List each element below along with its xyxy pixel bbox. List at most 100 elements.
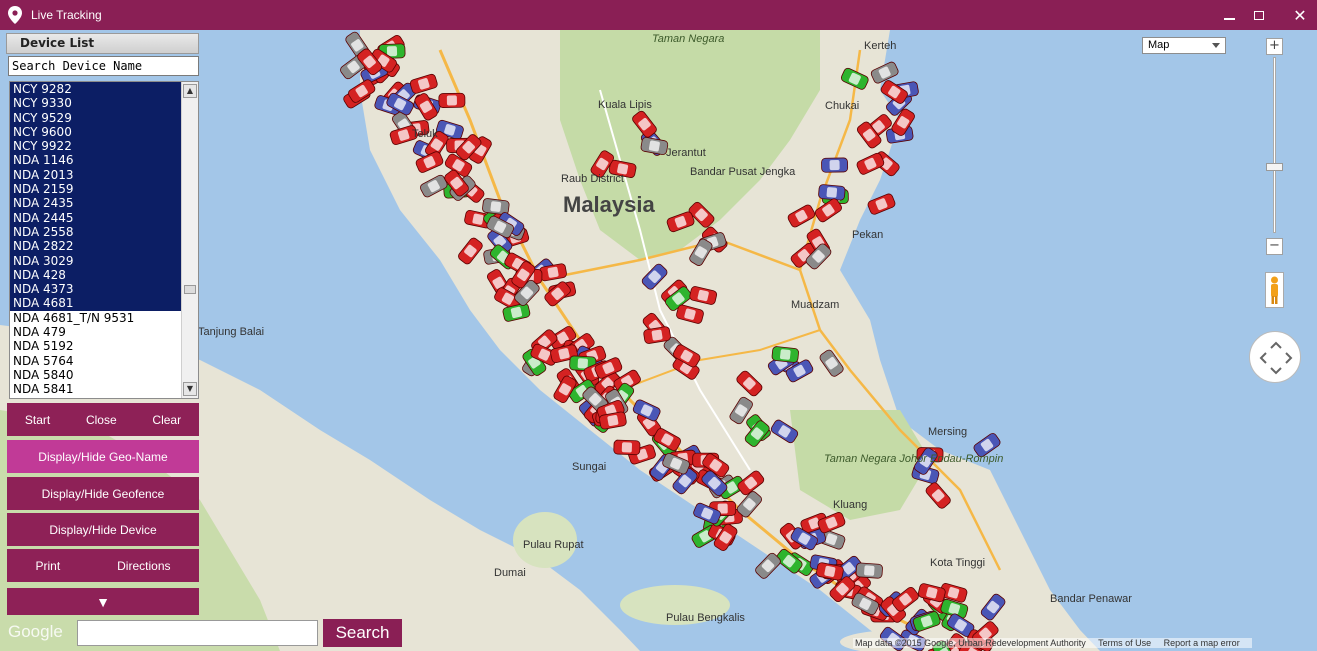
- device-list-item[interactable]: NDA 4681_T/N 9531: [10, 311, 182, 325]
- pan-arrows-icon: [1259, 341, 1293, 375]
- directions-button[interactable]: Directions: [117, 559, 170, 573]
- zoom-slider-thumb[interactable]: [1266, 163, 1283, 171]
- title-bar: Live Tracking: [0, 0, 1317, 30]
- label-kluang: Kluang: [833, 499, 867, 511]
- toggle-geo-name-button[interactable]: Display/Hide Geo-Name: [7, 440, 199, 473]
- device-list-item[interactable]: NDA 5841: [10, 382, 182, 396]
- close-button[interactable]: Close: [86, 413, 117, 427]
- expand-panel-button[interactable]: ▼: [7, 588, 199, 615]
- pegman-icon: [1271, 276, 1278, 304]
- label-malaysia: Malaysia: [563, 192, 655, 217]
- chevron-down-icon: [1212, 43, 1220, 48]
- report-error-link[interactable]: Report a map error: [1164, 638, 1240, 648]
- scroll-thumb[interactable]: [184, 285, 196, 294]
- device-list-item[interactable]: NDA 5764: [10, 354, 182, 368]
- label-sungai: Sungai: [572, 461, 606, 473]
- label-raub: Raub District: [561, 173, 624, 185]
- device-list-item[interactable]: NCY 9529: [10, 110, 182, 125]
- maximize-icon: [1254, 10, 1264, 20]
- map-data-credit: Map data ©2015 Google, Urban Redevelopme…: [855, 638, 1086, 648]
- vehicle-marker[interactable]: [855, 562, 883, 579]
- vehicle-marker[interactable]: [613, 439, 641, 456]
- device-list-item[interactable]: NCY 9330: [10, 96, 182, 111]
- device-list-item[interactable]: NDA 5840: [10, 368, 182, 382]
- device-list-item[interactable]: NDA 1146: [10, 153, 182, 168]
- map-type-label: Map: [1148, 39, 1170, 51]
- device-list-item[interactable]: NDA 3029: [10, 253, 182, 268]
- label-bandar-pusat-jengka: Bandar Pusat Jengka: [690, 166, 796, 178]
- print-directions-row: Print Directions: [7, 549, 199, 582]
- vehicle-marker[interactable]: [818, 184, 846, 201]
- label-taman-negara: Taman Negara: [652, 33, 724, 45]
- close-icon: ✕: [1293, 5, 1307, 25]
- print-button[interactable]: Print: [35, 559, 60, 573]
- window-title: Live Tracking: [31, 8, 102, 22]
- device-list-item[interactable]: NDA 2435: [10, 196, 182, 211]
- device-search-input[interactable]: [8, 56, 199, 76]
- label-pekan: Pekan: [852, 229, 883, 241]
- street-view-pegman[interactable]: [1265, 272, 1284, 308]
- label-kota-tinggi: Kota Tinggi: [930, 557, 985, 569]
- map-type-select[interactable]: Map: [1142, 37, 1226, 54]
- device-list-item[interactable]: NDA 479: [10, 325, 182, 339]
- label-teluk: Teluk: [412, 128, 438, 140]
- label-chukai: Chukai: [825, 100, 859, 112]
- device-list-header: Device List: [6, 33, 199, 54]
- toggle-device-button[interactable]: Display/Hide Device: [7, 513, 199, 546]
- label-muadzam: Muadzam: [791, 299, 839, 311]
- label-kuala-lipis: Kuala Lipis: [598, 99, 652, 111]
- location-pin-icon: [8, 6, 22, 24]
- device-list-scrollbar[interactable]: ▲ ▼: [181, 82, 198, 398]
- device-list-item[interactable]: NDA 428: [10, 267, 182, 283]
- toggle-geofence-button[interactable]: Display/Hide Geofence: [7, 477, 199, 510]
- address-search-input[interactable]: [77, 620, 318, 646]
- vehicle-marker[interactable]: [821, 157, 849, 173]
- minimize-icon: [1223, 18, 1235, 20]
- zoom-out-button[interactable]: −: [1266, 238, 1283, 255]
- device-list-item[interactable]: NDA 2822: [10, 239, 182, 254]
- terms-of-use-link[interactable]: Terms of Use: [1098, 638, 1151, 648]
- geofence-label: Display/Hide Geofence: [41, 486, 165, 501]
- device-list-items: NCY 9282 NCY 9330 NCY 9529 NCY 9600 NCY 9922…: [10, 82, 198, 397]
- chevron-down-icon: ▼: [96, 593, 110, 610]
- maximize-button[interactable]: [1240, 0, 1278, 30]
- pan-control[interactable]: [1249, 331, 1301, 383]
- vehicle-marker[interactable]: [438, 92, 466, 108]
- device-list-item[interactable]: NDA 4681: [10, 296, 182, 311]
- label-tanjung-balai: Tanjung Balai: [198, 326, 264, 338]
- zoom-slider-track[interactable]: [1273, 57, 1276, 233]
- control-button-row: Start Close Clear: [7, 403, 199, 436]
- vehicle-marker[interactable]: [771, 346, 799, 363]
- scroll-down-icon[interactable]: ▼: [183, 382, 197, 396]
- zoom-in-button[interactable]: +: [1266, 38, 1283, 55]
- clear-button[interactable]: Clear: [152, 413, 181, 427]
- label-endau-rompin: Taman Negara Johor Endau-Rompin: [824, 453, 1003, 465]
- google-logo: Google: [8, 622, 63, 641]
- live-tracking-window: Taman Negara Kerteh Kuala Lipis Chukai T…: [0, 0, 1317, 651]
- label-kerteh: Kerteh: [864, 40, 896, 52]
- device-list-item[interactable]: NCY 9600: [10, 124, 182, 140]
- sidebar: Device List NCY 9282NCY 9330NCY 9529NCY …: [3, 31, 199, 618]
- label-pulau-bengkalis: Pulau Bengkalis: [666, 612, 745, 624]
- scroll-up-icon[interactable]: ▲: [183, 84, 197, 98]
- device-list-item[interactable]: NCY 9922: [10, 139, 182, 154]
- device-list-item[interactable]: NCY 9282: [10, 82, 182, 97]
- label-jerantut: Jerantut: [666, 147, 706, 159]
- device-list-item[interactable]: NDA 2013: [10, 167, 182, 183]
- label-dumai: Dumai: [494, 567, 526, 579]
- close-window-button[interactable]: ✕: [1281, 0, 1317, 30]
- geo-name-label: Display/Hide Geo-Name: [38, 449, 168, 464]
- device-list-item[interactable]: NDA 4373: [10, 282, 182, 297]
- start-button[interactable]: Start: [25, 413, 50, 427]
- device-label: Display/Hide Device: [49, 522, 157, 537]
- device-list-item[interactable]: NDA 5192: [10, 339, 182, 353]
- label-pulau-rupat: Pulau Rupat: [523, 539, 584, 551]
- device-list-item[interactable]: NDA 2445: [10, 210, 182, 225]
- device-list-item[interactable]: NDA 2159: [10, 182, 182, 197]
- device-list[interactable]: NCY 9282 NCY 9330 NCY 9529 NCY 9600 NCY 9922…: [9, 81, 199, 399]
- label-bandar-penawar: Bandar Penawar: [1050, 593, 1132, 605]
- device-list-item[interactable]: NDA 2558: [10, 224, 182, 240]
- search-button[interactable]: Search: [323, 619, 402, 647]
- label-mersing: Mersing: [928, 426, 967, 438]
- map-attribution: Map data ©2015 Google, Urban Redevelopme…: [853, 638, 1252, 648]
